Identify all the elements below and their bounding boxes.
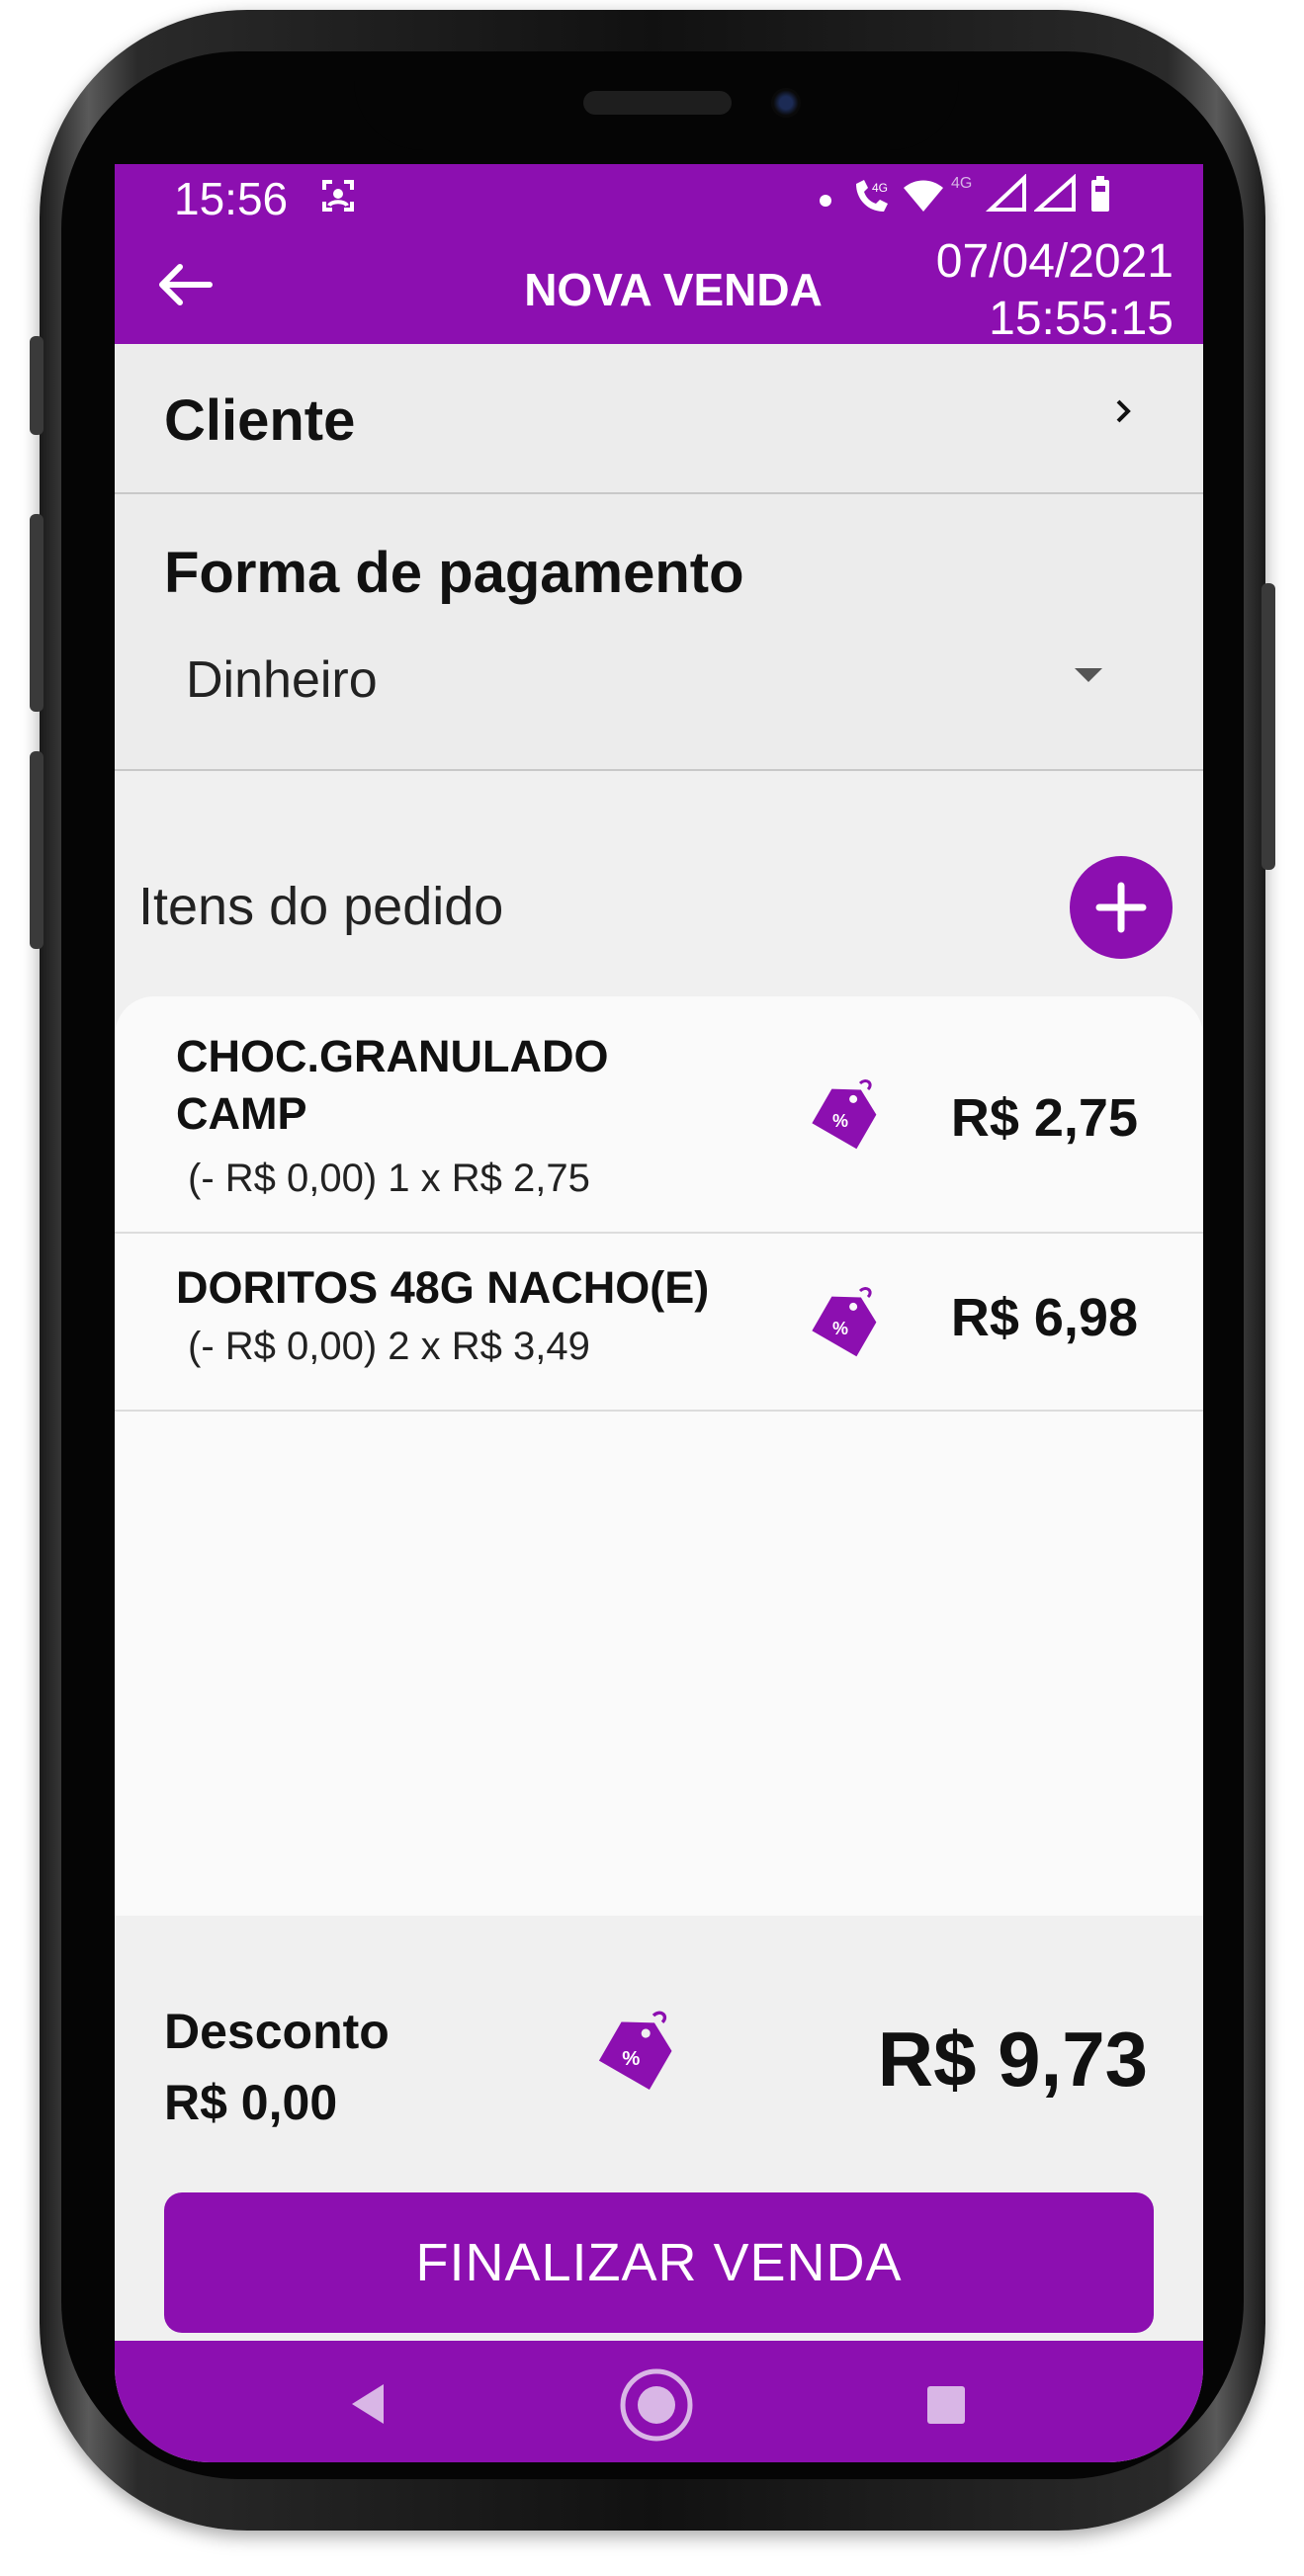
list-item[interactable]: DORITOS 48G NACHO(E) (- R$ 0,00) 2 x R$ … — [115, 1232, 1203, 1412]
signal-icon — [1032, 173, 1078, 222]
top-app-bar: 15:56 4G 4G NOVA VENDA 07/04/2021 15:55:… — [115, 164, 1203, 345]
svg-text:4G: 4G — [872, 181, 888, 195]
plus-icon — [1095, 882, 1147, 933]
discount-tag-icon[interactable]: % — [811, 1075, 880, 1156]
phone-power-button — [1261, 583, 1275, 870]
svg-text:4G: 4G — [951, 175, 972, 192]
app-screen: 15:56 4G 4G NOVA VENDA 07/04/2021 15:55:… — [115, 164, 1203, 2462]
phone-volume-down — [30, 751, 43, 949]
svg-text:%: % — [622, 2048, 640, 2070]
header-date: 07/04/2021 — [935, 235, 1174, 288]
header-time: 15:55:15 — [989, 293, 1174, 345]
item-price: R$ 6,98 — [950, 1288, 1138, 1347]
phone-camera — [771, 88, 801, 118]
dot-icon — [819, 178, 832, 216]
order-footer: Desconto R$ 0,00 % R$ 9,73 FINALIZAR VEN… — [115, 1916, 1203, 2341]
finalizar-venda-button[interactable]: FINALIZAR VENDA — [164, 2192, 1154, 2333]
pagamento-select[interactable]: Dinheiro — [186, 650, 378, 710]
nav-home-icon[interactable] — [618, 2366, 695, 2448]
item-name: DORITOS 48G NACHO(E) — [176, 1262, 710, 1313]
pagamento-section: Forma de pagamento Dinheiro — [115, 494, 1203, 771]
nav-back-icon[interactable] — [348, 2382, 388, 2431]
svg-text:%: % — [832, 1319, 848, 1338]
wifi-icon — [902, 178, 945, 222]
pagamento-label: Forma de pagamento — [164, 541, 744, 605]
volte-call-icon: 4G — [850, 178, 894, 226]
cliente-row[interactable]: Cliente — [115, 344, 1203, 494]
desconto-label: Desconto — [164, 2004, 390, 2059]
battery-icon — [1089, 176, 1111, 222]
header-datetime: 07/04/2021 15:55:15 — [936, 233, 1174, 348]
nav-recent-icon[interactable] — [927, 2386, 965, 2424]
discount-tag-icon[interactable]: % — [597, 2007, 676, 2097]
item-name: CHOC.GRANULADO CAMP — [176, 1031, 609, 1139]
dropdown-caret-icon[interactable] — [1075, 668, 1102, 682]
phone-side-button — [30, 336, 43, 435]
back-arrow-icon[interactable] — [150, 255, 219, 314]
item-price: R$ 2,75 — [950, 1088, 1138, 1148]
android-nav-bar — [115, 2341, 1203, 2462]
item-detail: (- R$ 0,00) 1 x R$ 2,75 — [188, 1157, 590, 1200]
add-item-button[interactable] — [1070, 856, 1173, 959]
page-title: NOVA VENDA — [524, 264, 823, 315]
item-detail: (- R$ 0,00) 2 x R$ 3,49 — [188, 1325, 590, 1368]
phone-volume-up — [30, 514, 43, 712]
order-total: R$ 9,73 — [877, 2016, 1148, 2103]
screenshot-icon — [318, 176, 358, 224]
desconto-value: R$ 0,00 — [164, 2075, 338, 2130]
chevron-right-icon — [1114, 391, 1134, 442]
status-time: 15:56 — [174, 173, 289, 224]
items-list: CHOC.GRANULADO CAMP (- R$ 0,00) 1 x R$ 2… — [115, 996, 1203, 1916]
cliente-label: Cliente — [164, 388, 356, 453]
list-item[interactable]: CHOC.GRANULADO CAMP (- R$ 0,00) 1 x R$ 2… — [115, 996, 1203, 1234]
itens-label: Itens do pedido — [138, 877, 504, 936]
signal-4g-icon: 4G — [951, 173, 1030, 222]
phone-speaker — [583, 91, 732, 115]
discount-tag-icon[interactable]: % — [811, 1283, 880, 1363]
svg-text:%: % — [832, 1111, 848, 1131]
